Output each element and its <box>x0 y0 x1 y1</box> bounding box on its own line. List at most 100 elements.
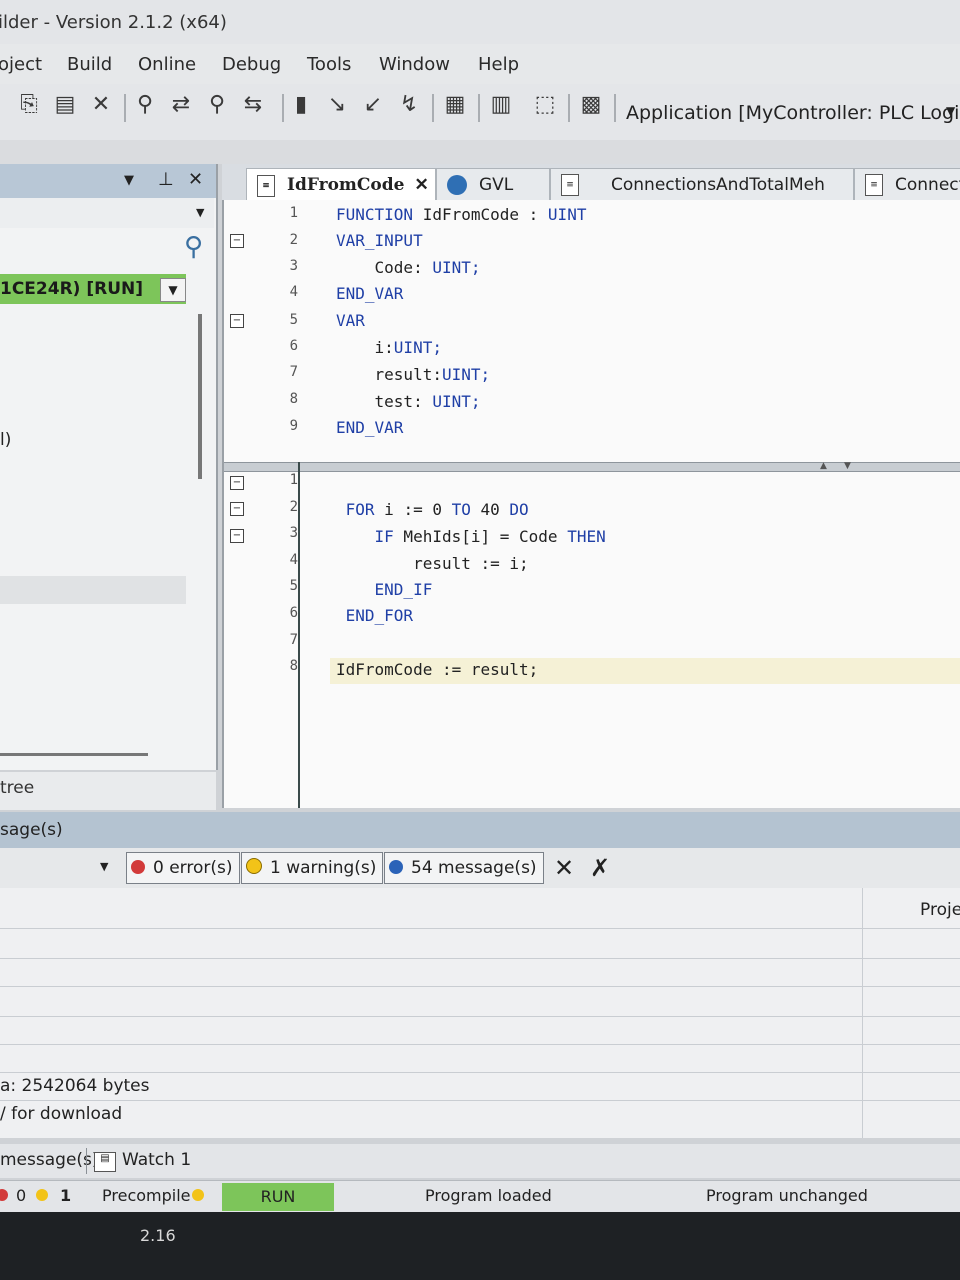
code-line[interactable]: Code: UINT; <box>336 255 481 281</box>
tab-gvl[interactable]: GVL <box>436 168 550 201</box>
device-tree-pane: ▼ ⊥ ✕ ▼ ⚲ 1CE24R) [RUN] ▼ l) <box>0 164 218 770</box>
grid-view-icon[interactable]: ▥ <box>488 92 514 118</box>
os-taskbar: 2.16 <box>0 1212 960 1280</box>
delete-icon[interactable]: ✕ <box>88 92 114 118</box>
tab-connect[interactable]: ≡ Connect <box>854 168 960 201</box>
line-number: 3 <box>289 525 298 541</box>
chevron-down-icon[interactable]: ▼ <box>160 278 186 302</box>
fold-toggle-icon[interactable]: − <box>230 234 244 248</box>
messages-filter-button[interactable]: 54 message(s) <box>384 852 544 884</box>
line-number: 2 <box>289 499 298 515</box>
pin-icon[interactable]: ⊥ <box>158 169 174 190</box>
grid-row-line <box>0 1016 960 1017</box>
code-line[interactable]: END_IF <box>336 577 433 603</box>
code-line[interactable]: END_VAR <box>336 281 403 307</box>
code-line[interactable]: VAR <box>336 308 365 334</box>
menu-tools[interactable]: Tools <box>307 54 351 75</box>
tab-connectionsandtotalmeh[interactable]: ≡ ConnectionsAndTotalMeh <box>550 168 854 201</box>
clear-all-icon[interactable]: ✗ <box>590 854 610 882</box>
paste-icon[interactable]: ▤ <box>52 92 78 118</box>
menu-debug[interactable]: Debug <box>222 54 281 75</box>
chevron-down-icon[interactable]: ▼ <box>100 860 108 873</box>
code-line[interactable]: FUNCTION IdFromCode : UINT <box>336 202 586 228</box>
column-header-project[interactable]: Proje <box>920 900 960 920</box>
fold-toggle-icon[interactable]: − <box>230 529 244 543</box>
fold-toggle-icon[interactable]: − <box>230 476 244 490</box>
device-tree-footer-tab[interactable]: tree <box>0 772 216 810</box>
menu-build[interactable]: Build <box>67 54 112 75</box>
new-object-icon[interactable]: ⬚ <box>532 92 558 118</box>
code-line[interactable]: END_VAR <box>336 415 403 441</box>
vertical-scrollbar[interactable] <box>198 314 202 479</box>
copy-icon[interactable]: ⎘ <box>16 92 42 118</box>
tab-idfromcode[interactable]: ≡ IdFromCode ✕ <box>246 168 436 201</box>
fold-toggle-icon[interactable]: − <box>230 314 244 328</box>
code-line[interactable]: FOR i := 0 TO 40 DO <box>336 497 529 523</box>
replace-icon[interactable]: ⇄ <box>168 92 194 118</box>
message-row-text[interactable]: a: 2542064 bytes <box>0 1076 150 1096</box>
code-line[interactable]: result := i; <box>336 551 529 577</box>
previous-bookmark-icon[interactable]: ↙ <box>360 92 386 118</box>
toolbar-separator <box>568 94 570 122</box>
code-line[interactable]: VAR_INPUT <box>336 228 423 254</box>
tree-filter-dropdown[interactable]: ▼ <box>0 198 214 229</box>
active-application-selector[interactable]: Application [MyController: PLC Logic] <box>626 102 960 124</box>
line-number: 8 <box>289 658 298 674</box>
code-line[interactable]: END_FOR <box>336 603 413 629</box>
status-run-label: RUN <box>260 1187 296 1206</box>
line-number: 1 <box>289 472 298 488</box>
tab-label: ConnectionsAndTotalMeh <box>611 175 825 195</box>
close-icon[interactable]: ✕ <box>188 169 203 190</box>
library-icon[interactable]: ▦ <box>442 92 468 118</box>
collapse-up-icon[interactable]: ▲ <box>820 461 827 471</box>
grid-row-line <box>0 1072 960 1073</box>
message-row-text[interactable]: / for download <box>0 1104 122 1124</box>
code-line[interactable]: i:UINT; <box>336 335 442 361</box>
chevron-down-icon[interactable]: ▼ <box>946 104 955 118</box>
replace-in-project-icon[interactable]: ⇆ <box>240 92 266 118</box>
tree-node-label[interactable]: l) <box>0 430 11 450</box>
errors-filter-button[interactable]: 0 error(s) <box>126 852 240 884</box>
next-bookmark-icon[interactable]: ↘ <box>324 92 350 118</box>
warnings-filter-button[interactable]: 1 warning(s) <box>241 852 384 884</box>
status-error-count[interactable]: 0 <box>16 1186 26 1205</box>
editor-splitter[interactable]: ▲ ▼ <box>224 461 960 472</box>
code-editor[interactable]: 1 FUNCTION IdFromCode : UINT − 2 VAR_INP… <box>222 200 960 808</box>
code-line[interactable]: IdFromCode := result; <box>336 657 538 683</box>
tab-messages[interactable]: message(s) <box>0 1150 99 1170</box>
tab-label: IdFromCode <box>287 175 405 195</box>
horizontal-scrollbar[interactable] <box>0 753 148 756</box>
menu-help[interactable]: Help <box>478 54 519 75</box>
menu-project[interactable]: oject <box>0 54 42 75</box>
tree-selected-row[interactable] <box>0 576 186 604</box>
search-icon[interactable]: ⚲ <box>184 232 203 262</box>
clear-bookmarks-icon[interactable]: ↯ <box>396 92 422 118</box>
tab-watch-1[interactable]: Watch 1 <box>122 1150 191 1170</box>
calendar-icon[interactable]: ▩ <box>578 92 604 118</box>
toolbar-separator <box>282 94 284 122</box>
find-icon[interactable]: ⚲ <box>132 92 158 118</box>
messages-count: 54 message(s) <box>411 858 537 878</box>
status-precompile[interactable]: Precompile <box>102 1186 191 1205</box>
code-line[interactable]: IF MehIds[i] = Code THEN <box>336 524 606 550</box>
code-line[interactable]: result:UINT; <box>336 362 491 388</box>
code-line[interactable]: test: UINT; <box>336 389 481 415</box>
close-icon[interactable]: ✕ <box>414 175 428 195</box>
watch-icon: ▤ <box>94 1152 116 1172</box>
status-warning-count[interactable]: 1 <box>60 1186 71 1205</box>
collapse-down-icon[interactable]: ▼ <box>844 461 851 471</box>
bookmark-icon[interactable]: ▮ <box>288 92 314 118</box>
device-node[interactable]: 1CE24R) [RUN] <box>0 274 186 304</box>
menu-online[interactable]: Online <box>138 54 196 75</box>
warning-icon <box>36 1189 48 1201</box>
tree-search-bar[interactable]: ⚲ <box>0 228 214 268</box>
menu-window[interactable]: Window <box>379 54 450 75</box>
warnings-count: 1 warning(s) <box>270 858 377 878</box>
chevron-down-icon[interactable]: ▼ <box>124 173 134 188</box>
fold-toggle-icon[interactable]: − <box>230 502 244 516</box>
bottom-tab-strip: message(s) ▤ Watch 1 <box>0 1144 960 1178</box>
find-in-project-icon[interactable]: ⚲ <box>204 92 230 118</box>
clear-icon[interactable]: ✕ <box>554 854 574 882</box>
document-icon: ≡ <box>865 174 883 196</box>
chevron-down-icon[interactable]: ▼ <box>196 206 204 219</box>
